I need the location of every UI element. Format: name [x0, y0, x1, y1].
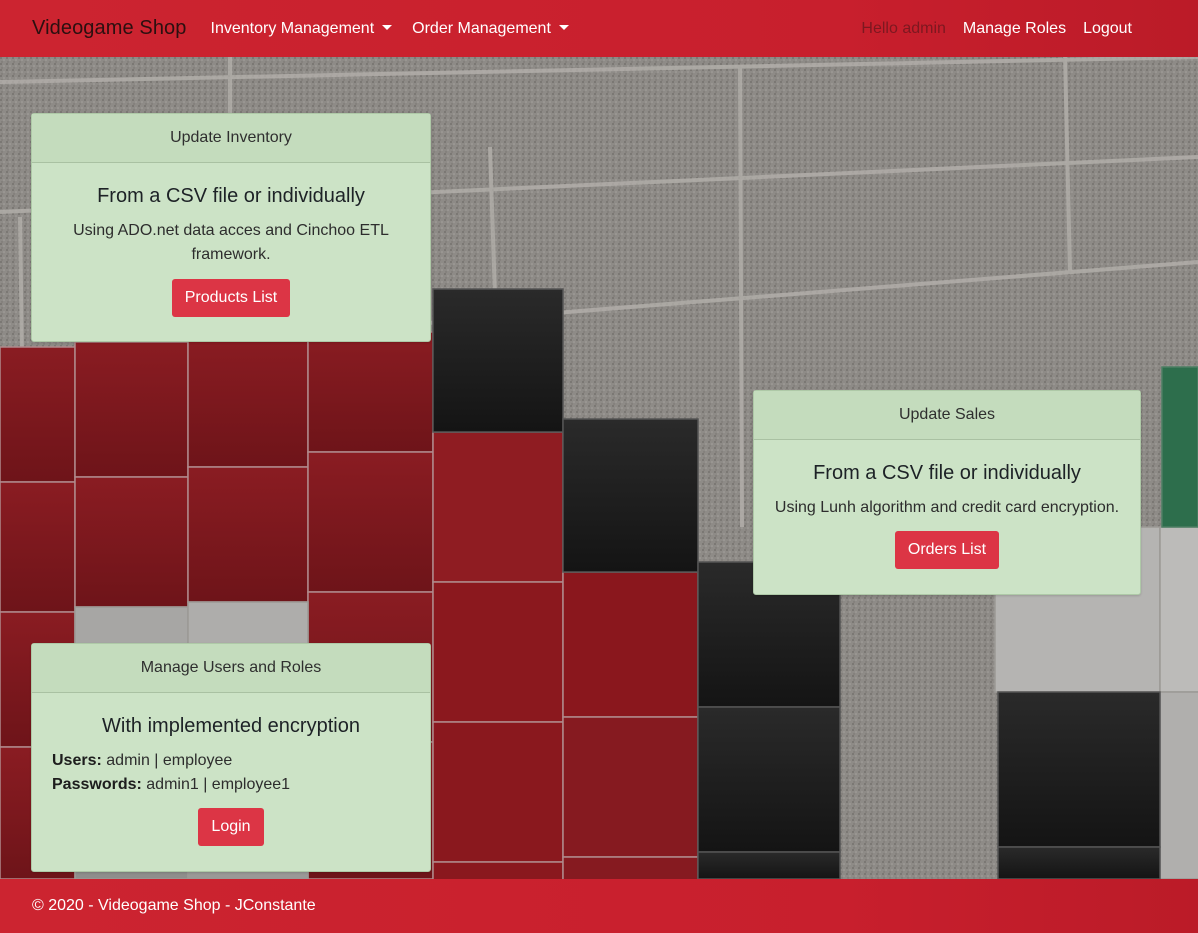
login-button[interactable]: Login [198, 808, 264, 846]
top-navbar: Videogame Shop Inventory Management Orde… [0, 0, 1198, 57]
users-line: Users: admin | employee [52, 749, 410, 773]
order-management-dropdown[interactable]: Order Management [412, 20, 569, 38]
footer-copyright: © 2020 - Videogame Shop - JConstante [32, 897, 316, 914]
card-title: With implemented encryption [102, 715, 360, 737]
order-management-label: Order Management [412, 19, 551, 37]
user-greeting: Hello admin [861, 19, 946, 37]
brand-link[interactable]: Videogame Shop [32, 17, 187, 40]
caret-down-icon [558, 25, 569, 30]
credentials-info: Users: admin | employee Passwords: admin… [32, 749, 430, 797]
manage-users-card: Manage Users and Roles With implemented … [31, 643, 431, 872]
users-label: Users: [52, 752, 102, 769]
update-inventory-card: Update Inventory From a CSV file or indi… [31, 113, 431, 342]
nav-right-group: Hello admin Manage Roles Logout [861, 20, 1166, 38]
card-title: From a CSV file or individually [97, 185, 365, 207]
update-sales-card: Update Sales From a CSV file or individu… [753, 390, 1141, 595]
card-title: From a CSV file or individually [813, 462, 1081, 484]
page-footer: © 2020 - Videogame Shop - JConstante [0, 879, 1198, 933]
card-text: Using ADO.net data acces and Cinchoo ETL… [73, 222, 389, 263]
caret-down-icon [382, 25, 393, 30]
passwords-label: Passwords: [52, 776, 142, 793]
card-header: Update Inventory [32, 114, 430, 163]
logout-link[interactable]: Logout [1083, 20, 1132, 38]
orders-list-button[interactable]: Orders List [894, 531, 1000, 569]
card-text: Using Lunh algorithm and credit card enc… [774, 499, 1120, 516]
passwords-line: Passwords: admin1 | employee1 [52, 773, 410, 797]
manage-roles-link[interactable]: Manage Roles [963, 20, 1066, 38]
card-header: Manage Users and Roles [32, 644, 430, 693]
card-header: Update Sales [754, 391, 1140, 440]
inventory-management-label: Inventory Management [210, 19, 375, 37]
products-list-button[interactable]: Products List [171, 279, 291, 317]
inventory-management-dropdown[interactable]: Inventory Management [211, 20, 393, 38]
passwords-value: admin1 | employee1 [146, 776, 291, 793]
users-value: admin | employee [106, 752, 233, 769]
